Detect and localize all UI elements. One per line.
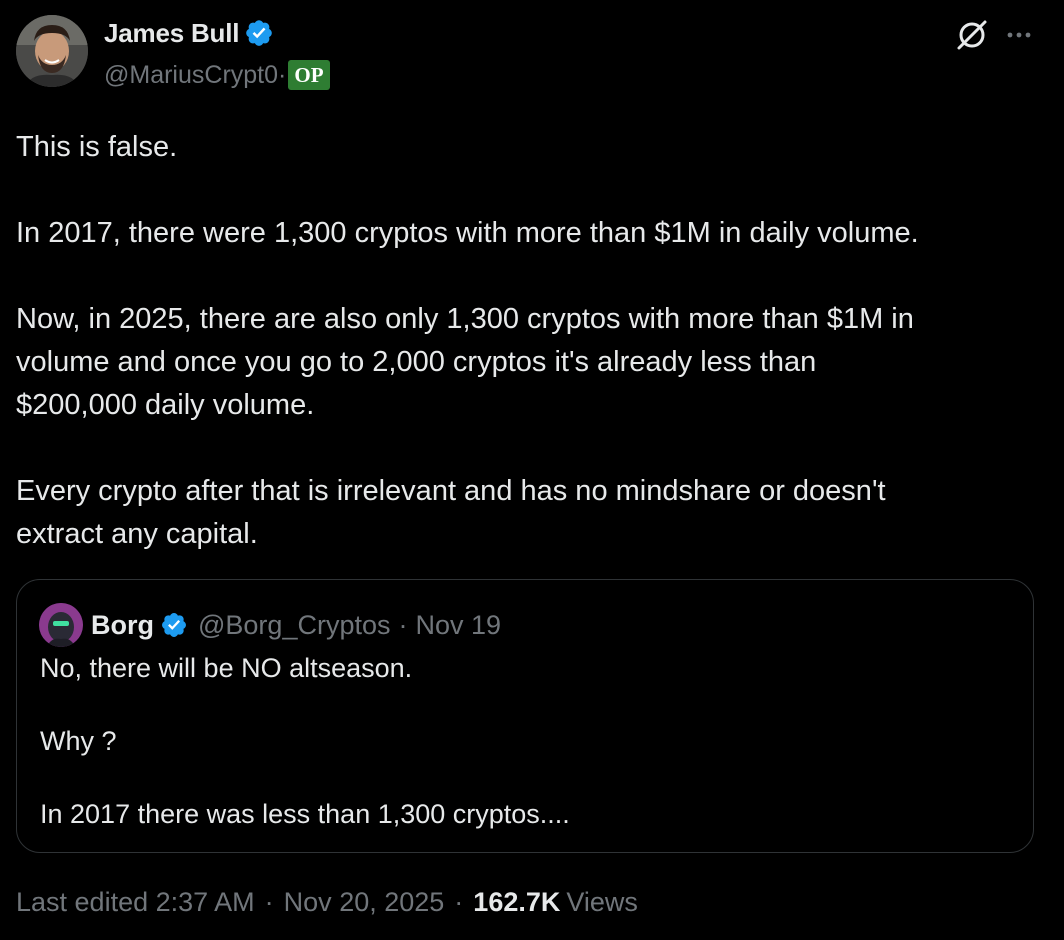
views-label: Views [566,886,638,917]
tweet: James Bull @MariusCrypt0 · OP This is fa… [0,0,1064,940]
edited-timestamp[interactable]: Last edited 2:37 AM [16,887,255,918]
tweet-paragraph-1: This is false. [16,131,178,163]
quoted-tweet[interactable]: Borg @Borg_Cryptos · Nov 19 No, there wi… [16,579,1034,853]
author-handle-row: @MariusCrypt0 · OP [104,58,330,92]
more-dots-icon[interactable] [1004,20,1034,50]
post-date[interactable]: Nov 20, 2025 [284,887,445,918]
author-handle[interactable]: @MariusCrypt0 [104,61,278,90]
quote-date[interactable]: Nov 19 [415,610,501,641]
verified-badge-icon [162,613,186,637]
views-count[interactable]: 162.7K [473,887,560,918]
quote-author-handle[interactable]: @Borg_Cryptos [198,610,390,641]
grok-slash-icon[interactable] [955,18,989,52]
author-avatar[interactable] [16,15,88,87]
tweet-paragraph-4-line-1: Every crypto after that is irrelevant an… [16,475,886,507]
tweet-meta: Last edited 2:37 AM · Nov 20, 2025 · 162… [16,882,638,922]
meta-separator: · [264,886,274,917]
quote-line-2: Why ? [40,726,117,756]
author-name-row: James Bull [104,16,274,50]
author-name[interactable]: James Bull [104,18,239,49]
quote-header: Borg @Borg_Cryptos · Nov 19 [91,605,501,645]
quote-line-3: In 2017 there was less than 1,300 crypto… [40,799,570,829]
tweet-paragraph-3-line-3: $200,000 daily volume. [16,389,315,421]
verified-badge-icon [246,20,273,46]
quote-text: No, there will be NO altseason. Why ? In… [40,650,1000,832]
quote-separator: · [398,609,408,640]
tweet-paragraph-4-line-2: extract any capital. [16,518,258,550]
quote-line-1: No, there will be NO altseason. [40,653,413,683]
handle-separator: · [278,60,287,89]
quote-author-name[interactable]: Borg [91,610,154,641]
tweet-paragraph-3-line-2: volume and once you go to 2,000 cryptos … [16,346,817,378]
quote-author-avatar[interactable] [39,603,83,647]
meta-separator: · [454,886,464,917]
op-badge: OP [288,60,330,90]
tweet-paragraph-2: In 2017, there were 1,300 cryptos with m… [16,217,919,249]
tweet-paragraph-3-line-1: Now, in 2025, there are also only 1,300 … [16,303,914,335]
tweet-text: This is false. In 2017, there were 1,300… [16,126,1036,556]
